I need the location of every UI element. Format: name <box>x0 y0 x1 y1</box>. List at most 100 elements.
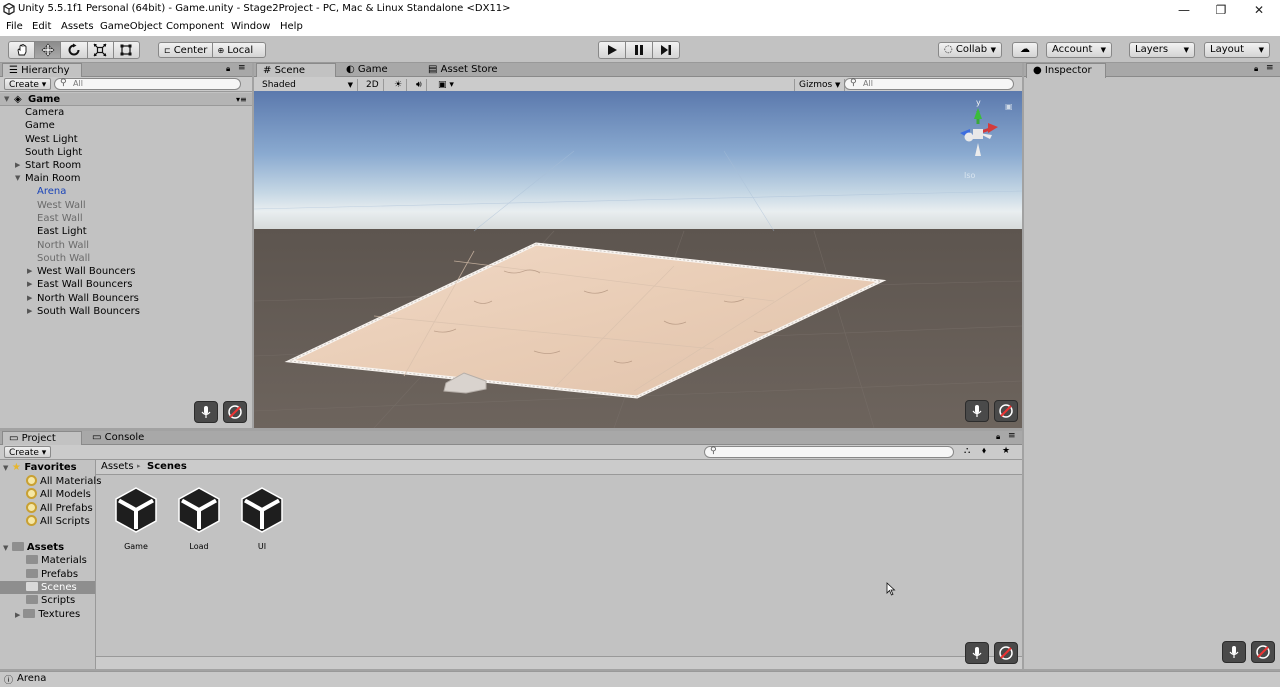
mode-2d-toggle[interactable]: 2D <box>362 79 384 91</box>
menu-window[interactable]: Window <box>231 21 270 32</box>
collapsed-triangle-icon[interactable]: ▶ <box>27 267 32 275</box>
microphone-button[interactable] <box>1222 641 1246 663</box>
expand-triangle-icon[interactable]: ▼ <box>3 464 8 472</box>
tab-scene[interactable]: # Scene <box>256 63 336 78</box>
move-tool-icon[interactable] <box>35 42 62 58</box>
tab-console[interactable]: ▭ Console <box>86 431 150 445</box>
hierarchy-item[interactable]: East Wall <box>37 212 83 225</box>
hierarchy-item[interactable]: West Wall Bouncers <box>37 265 136 278</box>
rect-tool-icon[interactable] <box>114 42 139 58</box>
hierarchy-item[interactable]: North Wall Bouncers <box>37 292 139 305</box>
pause-button[interactable] <box>626 42 653 58</box>
favorite-all-scripts[interactable]: All Scripts <box>26 515 90 528</box>
hierarchy-item-selected[interactable]: Arena <box>37 185 66 198</box>
folder-scripts[interactable]: Scripts <box>26 594 75 607</box>
record-button[interactable] <box>1251 641 1275 663</box>
tab-inspector[interactable]: ● Inspector <box>1026 63 1106 78</box>
asset-scene-ui[interactable]: UI <box>232 485 292 551</box>
panel-menu-icon[interactable]: ≡ <box>238 63 246 73</box>
lock-icon[interactable]: 🔒︎ <box>996 432 1000 442</box>
lock-icon[interactable]: 🔒︎ <box>1254 64 1258 74</box>
minimize-button[interactable]: — <box>1165 0 1203 20</box>
account-dropdown[interactable]: Account ▼ <box>1046 42 1112 58</box>
expand-triangle-icon[interactable]: ▼ <box>15 174 20 182</box>
gizmos-dropdown[interactable]: Gizmos ▼ <box>794 79 846 91</box>
filter-label-icon[interactable]: ⬧ <box>982 446 986 456</box>
tab-asset-store[interactable]: ▤ Asset Store <box>422 63 504 77</box>
maximize-button[interactable]: ❐ <box>1202 0 1240 20</box>
hand-tool-icon[interactable] <box>9 42 36 58</box>
project-search-input[interactable] <box>704 446 954 458</box>
scale-tool-icon[interactable] <box>88 42 114 58</box>
collapsed-triangle-icon[interactable]: ▶ <box>27 280 32 288</box>
breadcrumb-assets[interactable]: Assets <box>101 461 134 472</box>
hierarchy-item[interactable]: East Wall Bouncers <box>37 278 133 291</box>
play-button[interactable] <box>599 42 626 58</box>
layers-dropdown[interactable]: Layers ▼ <box>1129 42 1195 58</box>
menu-edit[interactable]: Edit <box>32 21 51 32</box>
microphone-button[interactable] <box>965 400 989 422</box>
expand-triangle-icon[interactable]: ▼ <box>4 93 9 106</box>
microphone-button[interactable] <box>194 401 218 423</box>
lighting-toggle-icon[interactable]: ☀ <box>390 79 408 91</box>
hierarchy-search-input[interactable]: All <box>54 78 241 90</box>
hierarchy-item[interactable]: South Wall <box>37 252 90 265</box>
cloud-button[interactable]: ☁ <box>1012 42 1038 58</box>
menu-file[interactable]: File <box>6 21 23 32</box>
menu-component[interactable]: Component <box>166 21 224 32</box>
scene-menu-icon[interactable]: ▾≡ <box>236 93 247 106</box>
hierarchy-item[interactable]: Main Room <box>25 172 81 185</box>
expand-triangle-icon[interactable]: ▼ <box>3 544 8 552</box>
layout-dropdown[interactable]: Layout ▼ <box>1204 42 1270 58</box>
pivot-center-button[interactable]: ⊏ Center <box>159 43 213 57</box>
tab-project[interactable]: ▭ Project <box>2 431 82 446</box>
scene-render[interactable]: y Iso ▣ <box>254 91 1022 428</box>
folder-prefabs[interactable]: Prefabs <box>26 568 78 581</box>
record-button[interactable] <box>994 400 1018 422</box>
panel-menu-icon[interactable]: ≡ <box>1008 431 1016 441</box>
menu-help[interactable]: Help <box>280 21 303 32</box>
effects-dropdown-icon[interactable]: ▣ ▾ <box>434 79 458 91</box>
hierarchy-item[interactable]: East Light <box>37 225 87 238</box>
folder-scenes-selected[interactable]: Scenes <box>0 581 95 594</box>
collapsed-triangle-icon[interactable]: ▶ <box>27 307 32 315</box>
lock-icon[interactable]: 🔒︎ <box>226 64 230 74</box>
pivot-local-button[interactable]: ⊕ Local <box>213 43 266 57</box>
asset-scene-game[interactable]: Game <box>106 485 166 551</box>
favorite-all-models[interactable]: All Models <box>26 488 91 501</box>
hierarchy-item[interactable]: Game <box>25 119 55 132</box>
shading-mode-dropdown[interactable]: Shaded ▼ <box>258 79 358 91</box>
record-button[interactable] <box>223 401 247 423</box>
hierarchy-create-button[interactable]: Create ▾ <box>4 78 52 90</box>
favorite-star-icon[interactable]: ★ <box>1002 446 1010 456</box>
step-button[interactable] <box>653 42 679 58</box>
gizmo-lock-icon[interactable]: ▣ <box>1005 102 1013 111</box>
menu-gameobject[interactable]: GameObject <box>100 21 162 32</box>
hierarchy-item[interactable]: South Wall Bouncers <box>37 305 140 318</box>
audio-toggle-icon[interactable]: 🔊︎ <box>412 79 427 91</box>
filter-type-icon[interactable]: ⛬ <box>964 446 970 456</box>
collab-button[interactable]: ◌ Collab ▼ <box>938 42 1002 58</box>
menu-assets[interactable]: Assets <box>61 21 94 32</box>
rotate-tool-icon[interactable] <box>61 42 88 58</box>
microphone-button[interactable] <box>965 642 989 664</box>
tab-hierarchy[interactable]: ☰ Hierarchy <box>2 63 82 78</box>
hierarchy-item[interactable]: West Light <box>25 133 78 146</box>
hierarchy-item[interactable]: Start Room <box>25 159 81 172</box>
folder-textures[interactable]: ▶ Textures <box>15 608 80 621</box>
close-button[interactable]: ✕ <box>1240 0 1278 20</box>
assets-header[interactable]: ▼ Assets <box>3 541 64 554</box>
scene-viewport[interactable]: y Iso ▣ <box>254 91 1022 428</box>
asset-scene-load[interactable]: Load <box>169 485 229 551</box>
hierarchy-item[interactable]: North Wall <box>37 239 89 252</box>
breadcrumb-scenes[interactable]: Scenes <box>147 461 187 472</box>
collapsed-triangle-icon[interactable]: ▶ <box>15 611 20 619</box>
collapsed-triangle-icon[interactable]: ▶ <box>15 161 20 169</box>
favorite-all-prefabs[interactable]: All Prefabs <box>26 502 93 515</box>
favorites-header[interactable]: ▼ ★ Favorites <box>3 461 77 474</box>
tab-game[interactable]: ◐ Game <box>340 63 394 77</box>
scene-search-input[interactable]: All <box>844 78 1014 90</box>
folder-materials[interactable]: Materials <box>26 554 87 567</box>
favorite-all-materials[interactable]: All Materials <box>26 475 101 488</box>
hierarchy-item[interactable]: South Light <box>25 146 82 159</box>
